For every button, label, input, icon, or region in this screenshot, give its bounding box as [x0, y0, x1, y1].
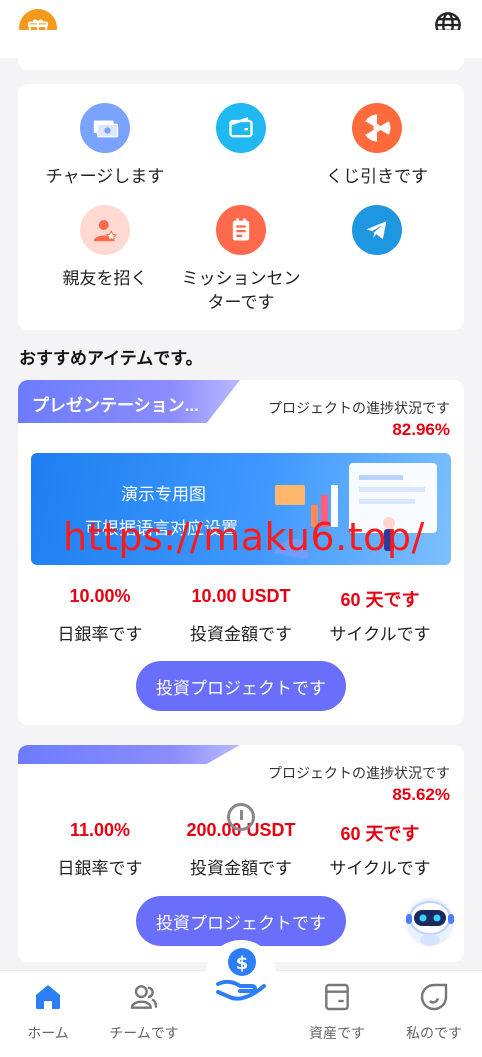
quick-action-lottery[interactable]: くじ引きです [302, 103, 452, 189]
tab-mine[interactable]: 私のです [386, 981, 482, 1043]
team-icon [128, 981, 160, 1013]
tab-label: 資産です [309, 1025, 365, 1041]
wheel-icon [352, 103, 402, 153]
quick-action-label-line: ミッションセン [181, 269, 301, 288]
invite-user-icon [80, 205, 130, 255]
product-ribbon: プレゼンテーション... [18, 380, 240, 423]
progress-label: プロジェクトの進捗状況です [268, 400, 450, 416]
progress-value: 82.96% [392, 420, 450, 439]
profile-icon [418, 981, 450, 1013]
cycle-value: 60 天です [340, 590, 420, 610]
tab-home[interactable]: ホーム [0, 981, 96, 1043]
money-icon [80, 103, 130, 153]
cycle-label: サイクルです [329, 625, 431, 644]
wallet-icon [321, 981, 353, 1013]
telegram-icon [352, 205, 402, 255]
product-title: プレゼンテーション... [32, 396, 199, 415]
quick-action-label: チャージします [45, 167, 165, 186]
tab-team[interactable]: チームです [96, 981, 192, 1043]
daily-rate-label: 日銀率です [57, 625, 143, 644]
quick-action-label: くじ引きです [326, 167, 428, 186]
daily-rate-value: 11.00% [69, 820, 131, 840]
quick-action-invite[interactable]: 親友を招く [30, 205, 180, 291]
invest-button[interactable]: 投資プロジェクトです [136, 896, 346, 946]
quick-action-label: 親友を招く [62, 269, 148, 288]
amount-label: 投資金額です [190, 859, 292, 878]
assistant-robot-icon[interactable] [398, 888, 462, 952]
quick-action-label: ミッションセン ターです [166, 267, 316, 315]
cycle-value: 60 天です [340, 824, 420, 844]
tab-label: ホーム [27, 1025, 69, 1041]
quick-actions-card: チャージします くじ引きです 親友を招く ミッションセン ターです [18, 84, 464, 330]
quick-action-wallet[interactable] [166, 103, 316, 165]
loading-icon [227, 803, 255, 831]
watermark-text: https://maku6.top/ [63, 515, 425, 559]
banner-line: 演示专用图 [121, 485, 206, 504]
quick-action-telegram[interactable] [302, 205, 452, 267]
amount-value: 10.00 USDT [191, 586, 291, 606]
section-title: おすすめアイテムです。 [19, 349, 203, 368]
product-title [18, 745, 202, 756]
wallet-icon [216, 103, 266, 153]
quick-action-recharge[interactable]: チャージします [30, 103, 180, 189]
notice-card [18, 30, 464, 70]
tab-label: 私のです [406, 1025, 462, 1041]
tab-label: チームです [109, 1025, 179, 1041]
progress-label: プロジェクトの進捗状況です [268, 765, 450, 781]
quick-action-label-line: ターです [207, 293, 275, 312]
svg-text:$: $ [236, 953, 249, 974]
amount-label: 投資金額です [190, 625, 292, 644]
quick-action-mission-center[interactable]: ミッションセン ターです [166, 205, 316, 315]
invest-button[interactable]: 投資プロジェクトです [136, 661, 346, 711]
tab-invest[interactable]: $ [206, 940, 276, 1010]
cycle-label: サイクルです [329, 859, 431, 878]
daily-rate-value: 10.00% [69, 586, 131, 606]
daily-rate-label: 日銀率です [57, 859, 143, 878]
home-icon [32, 981, 64, 1013]
tab-assets[interactable]: 資産です [289, 981, 385, 1043]
dollar-hand-icon: $ [216, 948, 266, 1001]
task-list-icon [216, 205, 266, 255]
progress-value: 85.62% [392, 785, 450, 804]
product-ribbon [18, 745, 240, 764]
